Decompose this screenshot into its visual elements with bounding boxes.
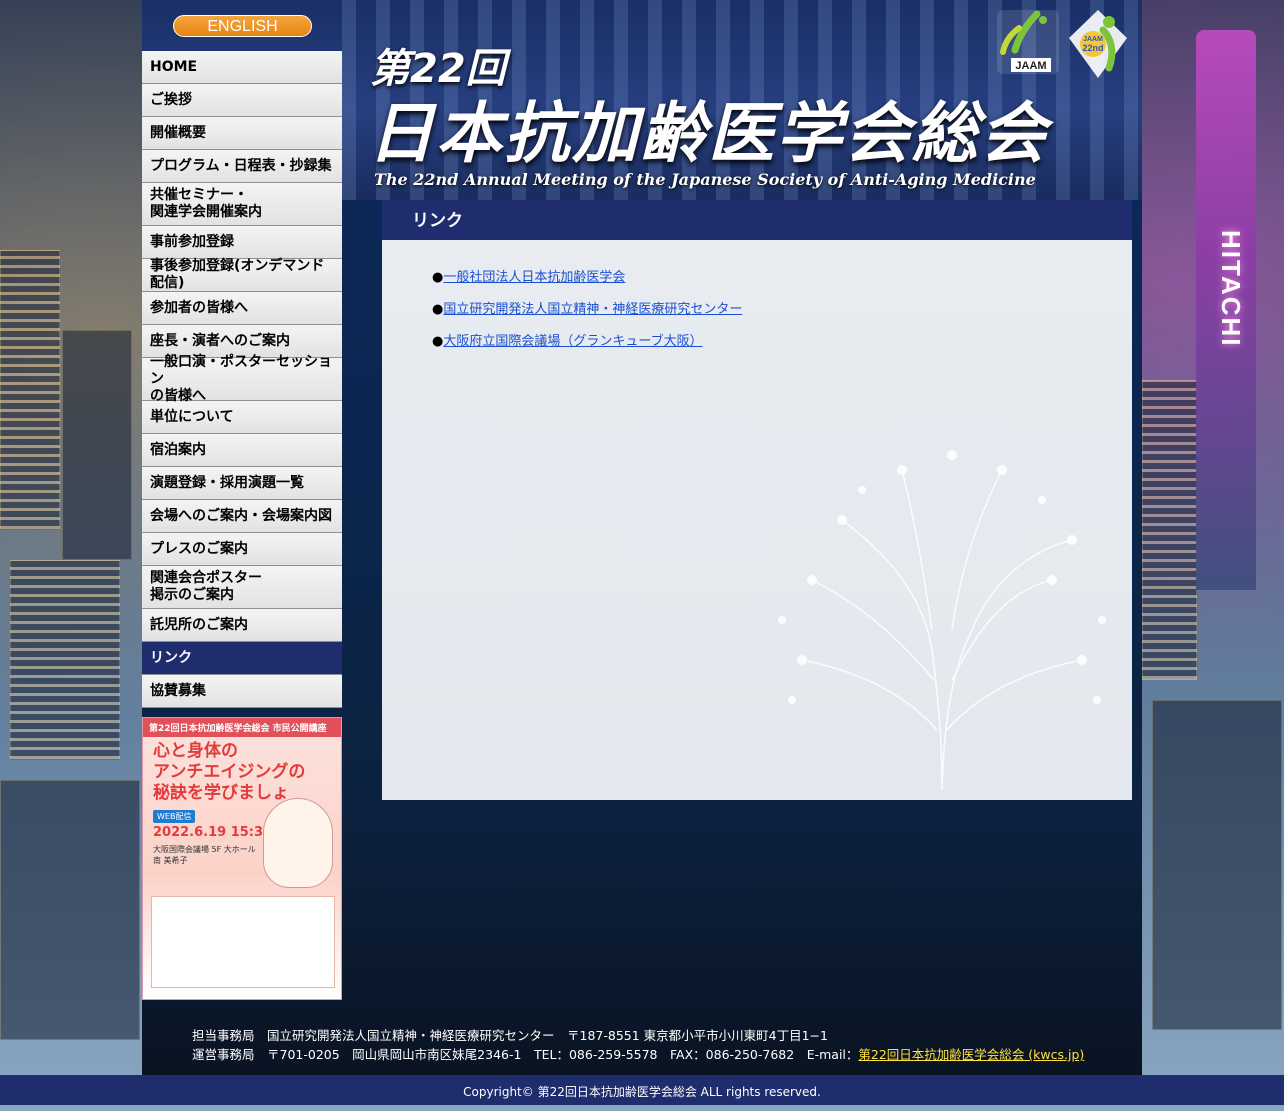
bullet-icon: ●: [432, 302, 444, 317]
nav-item[interactable]: 開催概要: [142, 117, 342, 150]
external-link[interactable]: 大阪府立国際会議場（グランキューブ大阪）: [443, 334, 702, 349]
nav-item-label: 事前参加登録: [150, 233, 234, 250]
nav-item-label: 宿泊案内: [150, 441, 206, 458]
public-lecture-poster[interactable]: 第22回日本抗加齢医学会総会 市民公開講座 心と身体の アンチエイジングの 秘訣…: [142, 717, 342, 1000]
nav-item-label: 参加者の皆様へ: [150, 299, 248, 316]
footer-line-secretariat: 担当事務局 国立研究開発法人国立精神・神経医療研究センター 〒187-8551 …: [192, 1028, 828, 1043]
jaam-logo: JAAM: [997, 10, 1059, 74]
nav-item-label: 座長・演者へのご案内: [150, 332, 290, 349]
nav-item[interactable]: 一般口演・ポスターセッション の皆様へ: [142, 354, 342, 404]
meeting-subtitle: The 22nd Annual Meeting of the Japanese …: [374, 170, 1036, 189]
poster-illustration: [263, 798, 333, 888]
nav-item-label: 共催セミナー・ 関連学会開催案内: [150, 187, 262, 220]
nav-item[interactable]: 協賛募集: [142, 675, 342, 708]
link-list: ●一般社団法人日本抗加齢医学会 ●国立研究開発法人国立精神・神経医療研究センター ●…: [432, 262, 1132, 358]
nav-item-label: 関連会合ポスター 掲示のご案内: [150, 570, 262, 603]
nav-item-label: プレスのご案内: [150, 540, 248, 557]
nav-item[interactable]: 会場へのご案内・会場案内図: [142, 500, 342, 533]
nav-item-label: ご挨拶: [150, 91, 192, 108]
nav-item-label: HOME: [150, 58, 198, 75]
nav-item[interactable]: リンク: [142, 642, 342, 675]
page-wrapper: 第22回 日本抗加齢医学会総会 The 22nd Annual Meeting …: [142, 0, 1142, 1075]
poster-headline: 心と身体の アンチエイジングの 秘訣を学びましょ: [153, 741, 306, 803]
tower-sign: HITACHI: [1216, 230, 1246, 348]
jaam-22nd-logo: JAAM 22nd: [1069, 10, 1127, 78]
side-navigation: HOME ご挨拶開催概要プログラム・日程表・抄録集共催セミナー・ 関連学会開催案内…: [142, 51, 342, 708]
svg-text:22nd: 22nd: [1082, 43, 1103, 53]
nav-item-label: 託児所のご案内: [150, 616, 248, 633]
nav-item-label: リンク: [150, 649, 192, 666]
nav-item-label: 一般口演・ポスターセッション の皆様へ: [150, 353, 332, 404]
nav-item[interactable]: プレスのご案内: [142, 533, 342, 566]
svg-text:JAAM: JAAM: [1083, 36, 1103, 43]
nav-item[interactable]: HOME: [142, 51, 342, 84]
brain-tree-illustration: [778, 450, 1106, 790]
list-item: ●大阪府立国際会議場（グランキューブ大阪）: [432, 326, 1132, 358]
nav-item-label: 協賛募集: [150, 682, 206, 699]
nav-item-label: 事後参加登録(オンデマンド配信): [150, 258, 325, 291]
copyright-bar: Copyright© 第22回日本抗加齢医学会総会 ALL rights res…: [0, 1075, 1284, 1105]
external-link[interactable]: 国立研究開発法人国立精神・神経医療研究センター: [443, 302, 742, 317]
page-title: リンク: [382, 200, 1132, 240]
nav-item[interactable]: 関連会合ポスター 掲示のご案内: [142, 566, 342, 609]
svg-text:JAAM: JAAM: [1015, 60, 1046, 72]
nav-item[interactable]: 参加者の皆様へ: [142, 292, 342, 325]
footer-line-operations: 運営事務局 〒701-0205 岡山県岡山市南区妹尾2346-1 TEL：086…: [192, 1045, 1084, 1064]
nav-item-label: 開催概要: [150, 124, 206, 141]
nav-item[interactable]: 演題登録・採用演題一覧: [142, 467, 342, 500]
content-body: ●一般社団法人日本抗加齢医学会 ●国立研究開発法人国立精神・神経医療研究センター ●…: [382, 240, 1132, 800]
nav-item[interactable]: 託児所のご案内: [142, 609, 342, 642]
list-item: ●国立研究開発法人国立精神・神経医療研究センター: [432, 294, 1132, 326]
nav-item-label: 会場へのご案内・会場案内図: [150, 507, 332, 524]
english-button[interactable]: ENGLISH: [173, 15, 312, 37]
background-city-left: [0, 0, 142, 1075]
nav-item[interactable]: 共催セミナー・ 関連学会開催案内: [142, 183, 342, 226]
footer-email-link[interactable]: 第22回日本抗加齢医学会総会 (kwcs.jp): [858, 1047, 1084, 1062]
nav-item[interactable]: 宿泊案内: [142, 434, 342, 467]
nav-item[interactable]: 事前参加登録: [142, 226, 342, 259]
main-content: リンク ●一般社団法人日本抗加齢医学会 ●国立研究開発法人国立精神・神経医療研究…: [382, 200, 1132, 800]
background-city-right: HITACHI: [1142, 0, 1284, 1075]
list-item: ●一般社団法人日本抗加齢医学会: [432, 262, 1132, 294]
meeting-title: 日本抗加齢医学会総会: [368, 95, 1048, 172]
nav-item[interactable]: 事後参加登録(オンデマンド配信): [142, 258, 342, 292]
nav-item-label: 演題登録・採用演題一覧: [150, 474, 304, 491]
poster-details: [151, 896, 335, 988]
footer-operations-text: 運営事務局 〒701-0205 岡山県岡山市南区妹尾2346-1 TEL：086…: [192, 1047, 859, 1062]
bullet-icon: ●: [432, 334, 444, 349]
external-link[interactable]: 一般社団法人日本抗加齢医学会: [443, 270, 625, 285]
nav-item-label: 単位について: [150, 408, 234, 425]
nav-item[interactable]: ご挨拶: [142, 84, 342, 117]
poster-web-badge: WEB配信: [153, 810, 196, 823]
nav-item[interactable]: プログラム・日程表・抄録集: [142, 150, 342, 183]
footer-contact: 担当事務局 国立研究開発法人国立精神・神経医療研究センター 〒187-8551 …: [192, 1026, 1084, 1064]
bullet-icon: ●: [432, 270, 444, 285]
poster-banner: 第22回日本抗加齢医学会総会 市民公開講座: [143, 718, 341, 737]
nav-item[interactable]: 単位について: [142, 401, 342, 434]
nav-item-label: プログラム・日程表・抄録集: [150, 157, 332, 174]
